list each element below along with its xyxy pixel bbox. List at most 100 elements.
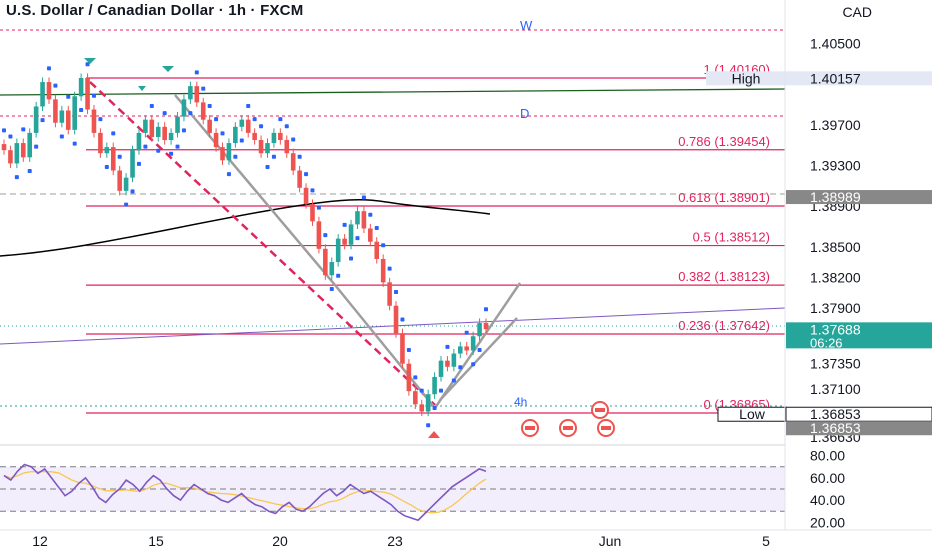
sar-dot bbox=[207, 103, 212, 108]
candle bbox=[297, 170, 302, 188]
chart-canvas[interactable]: WD4h 1 (1.40160)0.786 (1.39454)0.618 (1.… bbox=[0, 0, 932, 550]
candle bbox=[445, 360, 450, 367]
candle bbox=[258, 140, 264, 154]
sar-dot bbox=[239, 138, 244, 143]
sar-dot bbox=[246, 103, 251, 108]
sar-dot bbox=[271, 154, 276, 159]
pattern-line bbox=[174, 94, 522, 411]
candle bbox=[464, 346, 470, 351]
sar-dot bbox=[400, 317, 405, 322]
x-tick-label: 20 bbox=[272, 533, 288, 549]
candle bbox=[33, 106, 39, 133]
sar-dot bbox=[419, 388, 424, 393]
channel-line bbox=[0, 307, 786, 345]
fib-label: 0.382 (1.38123) bbox=[678, 269, 770, 284]
sar-dot bbox=[471, 362, 476, 367]
candle bbox=[425, 394, 431, 412]
sar-dot bbox=[252, 117, 257, 122]
candle bbox=[342, 238, 347, 245]
sar-dot bbox=[445, 344, 450, 349]
sar-dot bbox=[104, 164, 109, 169]
candle bbox=[393, 305, 399, 334]
candle bbox=[168, 132, 174, 141]
sar-dot bbox=[413, 375, 418, 380]
candle bbox=[432, 376, 437, 395]
candle bbox=[175, 116, 180, 133]
candle bbox=[188, 86, 193, 100]
signal-marker-down bbox=[162, 66, 174, 72]
y-tick-label: 1.37350 bbox=[810, 356, 861, 372]
price-badge-countdown: 06:26 bbox=[810, 335, 843, 350]
sar-dot bbox=[8, 134, 13, 139]
sar-dot bbox=[181, 128, 186, 133]
sar-dot bbox=[368, 212, 373, 217]
sar-dot bbox=[284, 124, 289, 129]
candle bbox=[355, 211, 360, 225]
sar-dot bbox=[432, 405, 437, 410]
candle bbox=[123, 177, 129, 191]
x-tick-label: 15 bbox=[148, 533, 164, 549]
x-tick-label: 5 bbox=[762, 533, 770, 549]
candle bbox=[155, 126, 161, 137]
sar-dot bbox=[323, 233, 328, 238]
sar-dot bbox=[91, 93, 96, 98]
fib-label: 0.236 (1.37642) bbox=[678, 318, 770, 333]
candle bbox=[14, 143, 20, 164]
sar-dot bbox=[34, 144, 39, 149]
sar-dot bbox=[175, 144, 180, 149]
sar-dot bbox=[406, 347, 411, 352]
candle bbox=[400, 333, 405, 364]
sar-dot bbox=[387, 266, 392, 271]
sar-dot bbox=[426, 423, 431, 428]
sar-dot bbox=[201, 86, 206, 91]
sar-dot bbox=[329, 286, 334, 291]
rsi-tick-label: 80.00 bbox=[810, 448, 845, 464]
chart[interactable]: W D 4h 1 (1.40160) 0.786 (1.39454) 0.618 (1.… bbox=[0, 0, 932, 550]
sar-dot bbox=[278, 117, 283, 122]
rsi-tick-label: 40.00 bbox=[810, 492, 845, 508]
candle bbox=[284, 140, 290, 154]
candle bbox=[143, 119, 148, 133]
y-tick-label: 1.39300 bbox=[810, 157, 861, 173]
sar-dot bbox=[226, 172, 231, 177]
price-badge-value: 1.38989 bbox=[810, 189, 861, 205]
candle bbox=[78, 77, 84, 97]
candle bbox=[278, 132, 283, 141]
candle bbox=[200, 102, 206, 120]
candle bbox=[46, 82, 52, 100]
sar-dot bbox=[336, 273, 341, 278]
sar-dot bbox=[79, 108, 84, 113]
candle bbox=[40, 82, 45, 107]
event-flag-stripe bbox=[601, 426, 611, 430]
candle bbox=[348, 224, 354, 245]
candle bbox=[406, 363, 412, 392]
sar-dot bbox=[233, 154, 238, 159]
event-flag-stripe bbox=[525, 426, 535, 430]
candle bbox=[419, 404, 425, 412]
sar-dot bbox=[149, 103, 154, 108]
candle bbox=[374, 241, 380, 259]
candle bbox=[194, 86, 200, 103]
candle bbox=[53, 99, 58, 123]
candle bbox=[271, 132, 277, 144]
sar-dot bbox=[477, 347, 482, 352]
candle bbox=[477, 323, 482, 337]
sar-dot bbox=[439, 388, 444, 393]
candle bbox=[233, 126, 238, 144]
candle bbox=[207, 119, 212, 133]
sar-dot bbox=[355, 236, 360, 241]
d-label: D bbox=[520, 106, 529, 121]
candle bbox=[8, 150, 13, 164]
signal-marker-up bbox=[428, 431, 440, 438]
sar-dot bbox=[194, 70, 199, 75]
sar-dot bbox=[381, 243, 386, 248]
sar-dot bbox=[214, 117, 219, 122]
sar-dot bbox=[265, 164, 270, 169]
sar-dot bbox=[304, 172, 309, 177]
sar-dot bbox=[188, 111, 193, 116]
sar-dot bbox=[220, 131, 225, 136]
price-badge-value: 1.36853 bbox=[810, 420, 861, 436]
sar-dot bbox=[310, 188, 315, 193]
sar-dot bbox=[53, 83, 58, 88]
fib-label: 0.618 (1.38901) bbox=[678, 190, 770, 205]
